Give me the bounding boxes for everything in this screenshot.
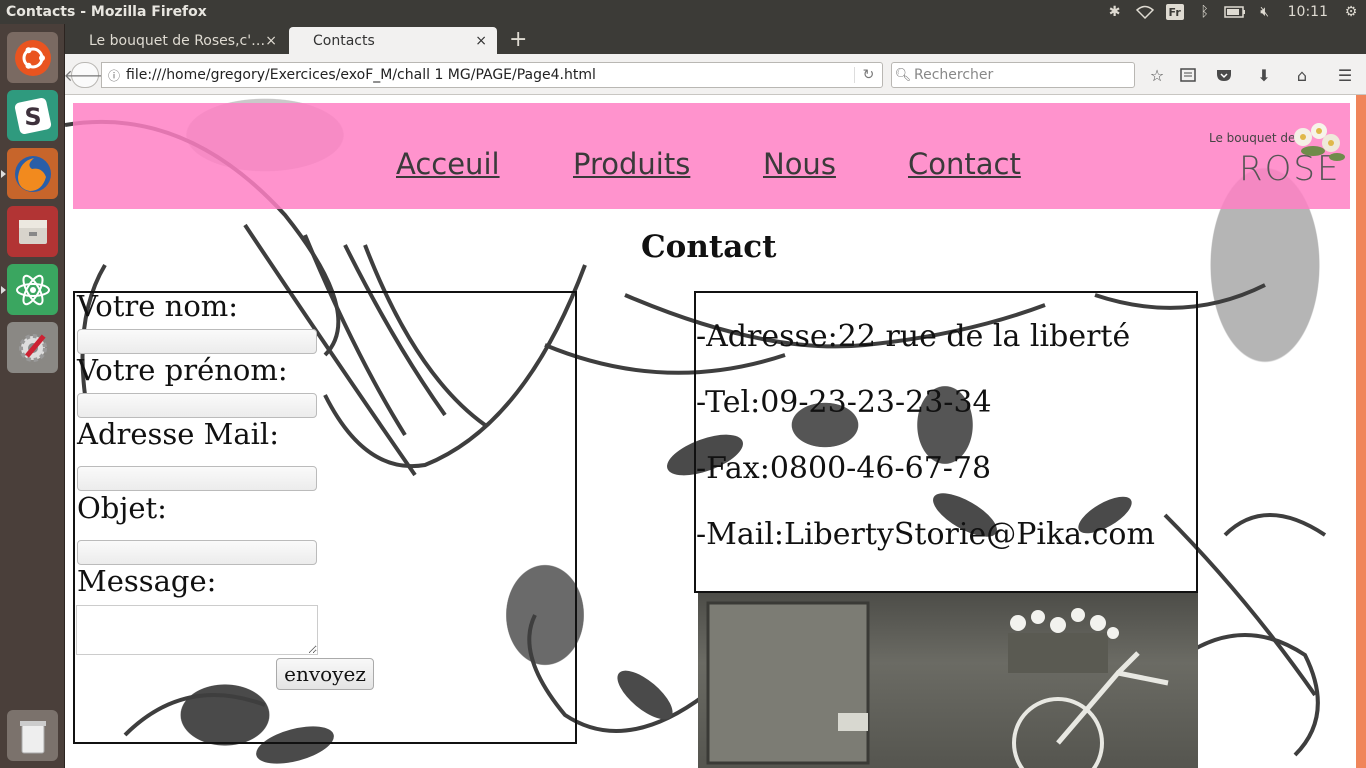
reload-icon[interactable]: ↻ (854, 67, 882, 83)
settings-indicator-icon[interactable]: ✱ (1100, 0, 1130, 24)
menu-icon[interactable]: ☰ (1332, 63, 1358, 87)
page-content: Acceuil Produits Nous Contact Le bouquet… (65, 95, 1356, 768)
bicycle-flowers-photo (698, 593, 1198, 768)
subject-label: Objet: (77, 491, 167, 525)
keyboard-layout-indicator[interactable]: Fr (1160, 0, 1190, 24)
tel-line: -Tel:09-23-23-23-34 (696, 385, 992, 420)
nav-link-contact[interactable]: Contact (908, 147, 1021, 181)
submit-button[interactable]: envoyez (276, 658, 374, 690)
page-info-icon[interactable]: ⓘ (102, 67, 126, 84)
name-field[interactable] (77, 329, 317, 354)
running-indicator (1, 286, 6, 294)
firstname-field[interactable] (77, 393, 317, 418)
nav-link-produits[interactable]: Produits (573, 147, 690, 181)
system-settings-icon[interactable] (7, 322, 58, 373)
url-bar[interactable]: ⓘ file:///home/gregory/Exercices/exoF_M/… (101, 62, 883, 88)
search-bar[interactable]: 🔍︎ (891, 62, 1135, 88)
search-icon: 🔍︎ (894, 67, 912, 83)
bookmark-star-icon[interactable]: ☆ (1144, 63, 1170, 87)
bluetooth-icon[interactable]: ᛒ (1190, 0, 1220, 24)
top-panel: Contacts - Mozilla Firefox ✱ Fr ᛒ 🔇︎ 10:… (0, 0, 1366, 24)
svg-text:S: S (24, 103, 41, 131)
flower-logo-icon (1294, 123, 1345, 161)
window-title: Contacts - Mozilla Firefox (6, 4, 207, 20)
new-tab-button[interactable]: + (509, 28, 527, 52)
reading-list-icon[interactable] (1175, 63, 1201, 87)
atom-editor-icon[interactable] (1, 264, 58, 315)
nav-link-acceuil[interactable]: Acceuil (396, 147, 500, 181)
wifi-icon[interactable] (1130, 0, 1160, 24)
system-gear-icon[interactable]: ⚙ (1336, 0, 1366, 24)
files-icon[interactable] (7, 206, 58, 257)
battery-icon[interactable] (1220, 0, 1250, 24)
navigation-toolbar: 🡐 ⓘ file:///home/gregory/Exercices/exoF_… (64, 54, 1366, 95)
clock[interactable]: 10:11 (1280, 4, 1336, 20)
tab-bouquet[interactable]: Le bouquet de Roses,c'… × (65, 27, 287, 54)
site-logo[interactable]: Le bouquet de ROSE (1205, 119, 1345, 189)
tab-bar: Le bouquet de Roses,c'… × Contacts × + (65, 24, 1366, 54)
fax-line: -Fax:0800-46-67-78 (696, 451, 992, 486)
search-input[interactable] (914, 67, 1124, 83)
running-indicator (1, 170, 6, 178)
firefox-icon[interactable] (1, 148, 58, 199)
keyboard-layout-label: Fr (1165, 4, 1184, 20)
tab-label: Contacts (313, 32, 375, 49)
ubuntu-dash-icon[interactable] (7, 32, 58, 83)
trash-icon[interactable] (7, 710, 58, 761)
address-line: -Adresse:22 rue de la liberté (696, 319, 1131, 354)
back-button[interactable]: 🡐 (64, 62, 106, 88)
home-icon[interactable]: ⌂ (1289, 63, 1315, 87)
page-title: Contact (641, 229, 777, 265)
message-field[interactable] (76, 605, 318, 655)
subject-field[interactable] (77, 540, 317, 565)
nav-link-nous[interactable]: Nous (763, 147, 836, 181)
firstname-label: Votre prénom: (77, 353, 288, 387)
message-label: Message: (77, 564, 217, 598)
pocket-icon[interactable] (1211, 63, 1237, 87)
volume-muted-icon[interactable]: 🔇︎ (1250, 0, 1280, 24)
page-scrollbar[interactable] (1356, 95, 1366, 768)
slack-icon[interactable]: S (7, 90, 58, 141)
name-label: Votre nom: (77, 289, 239, 323)
url-text[interactable]: file:///home/gregory/Exercices/exoF_M/ch… (126, 67, 854, 83)
tab-label: Le bouquet de Roses,c'… (89, 32, 266, 49)
contact-form: Votre nom: Votre prénom: Adresse Mail: O… (73, 289, 577, 744)
mail-line: -Mail:LibertyStorie@Pika.com (696, 517, 1155, 552)
email-label: Adresse Mail: (77, 417, 279, 451)
tab-close-icon[interactable]: × (265, 33, 277, 49)
email-field[interactable] (77, 466, 317, 491)
site-header: Acceuil Produits Nous Contact Le bouquet… (73, 103, 1350, 209)
downloads-icon[interactable]: ⬇ (1251, 63, 1277, 87)
tab-contacts[interactable]: Contacts × (289, 27, 497, 54)
contact-info: -Adresse:22 rue de la liberté -Tel:09-23… (694, 291, 1198, 593)
launcher: S (0, 24, 65, 768)
indicator-area: ✱ Fr ᛒ 🔇︎ 10:11 ⚙ (1100, 0, 1366, 24)
tab-close-icon[interactable]: × (475, 33, 487, 49)
logo-subtitle: Le bouquet de (1209, 131, 1296, 145)
